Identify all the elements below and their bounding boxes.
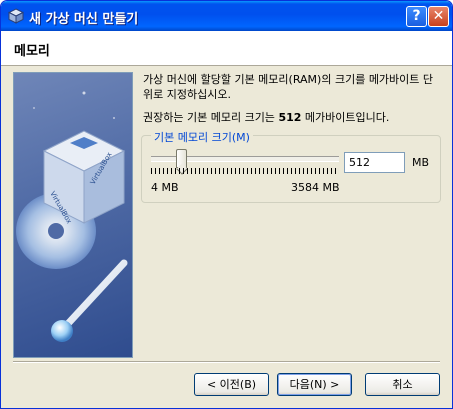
memory-group-label: 기본 메모리 크기(M) [151, 129, 253, 145]
button-separator [13, 361, 440, 363]
page-title: 메모리 [14, 44, 50, 59]
title-bar[interactable]: 새 가상 머신 만들기 ? ✕ [1, 1, 452, 31]
min-memory-label: 4 MB [151, 181, 179, 194]
recommend-prefix: 권장하는 기본 메모리 크기는 [143, 111, 279, 124]
recommended-size: 512 [278, 111, 302, 124]
slider-ticks [151, 168, 339, 174]
slider-thumb[interactable] [176, 149, 187, 168]
close-icon: ✕ [432, 8, 445, 24]
memory-slider[interactable] [151, 149, 339, 175]
close-button[interactable]: ✕ [428, 6, 449, 27]
recommendation-text: 권장하는 기본 메모리 크기는 512 메가바이트입니다. [143, 109, 389, 125]
next-button[interactable]: 다음(N) > [277, 373, 352, 396]
memory-unit-label: MB [412, 156, 430, 169]
description-text: 가상 머신에 할당할 기본 메모리(RAM)의 크기를 메가바이트 단위로 지정… [143, 73, 434, 101]
recommend-suffix: 메가바이트입니다. [301, 111, 390, 124]
wizard-illustration: VirtualBox VirtualBox [13, 72, 133, 358]
help-icon: ? [412, 8, 421, 24]
help-button[interactable]: ? [406, 6, 427, 27]
cancel-button[interactable]: 취소 [365, 373, 440, 396]
window-title: 새 가상 머신 만들기 [29, 12, 139, 27]
wizard-window: 새 가상 머신 만들기 ? ✕ 메모리 VirtualBox VirtualBo… [0, 0, 453, 409]
memory-size-input[interactable] [344, 152, 405, 173]
back-button[interactable]: < 이전(B) [194, 373, 269, 396]
max-memory-label: 3584 MB [291, 181, 340, 194]
page-header: 메모리 [1, 31, 452, 66]
virtualbox-icon [8, 8, 24, 24]
virtualbox-cube-illustration: VirtualBox VirtualBox [16, 91, 128, 342]
